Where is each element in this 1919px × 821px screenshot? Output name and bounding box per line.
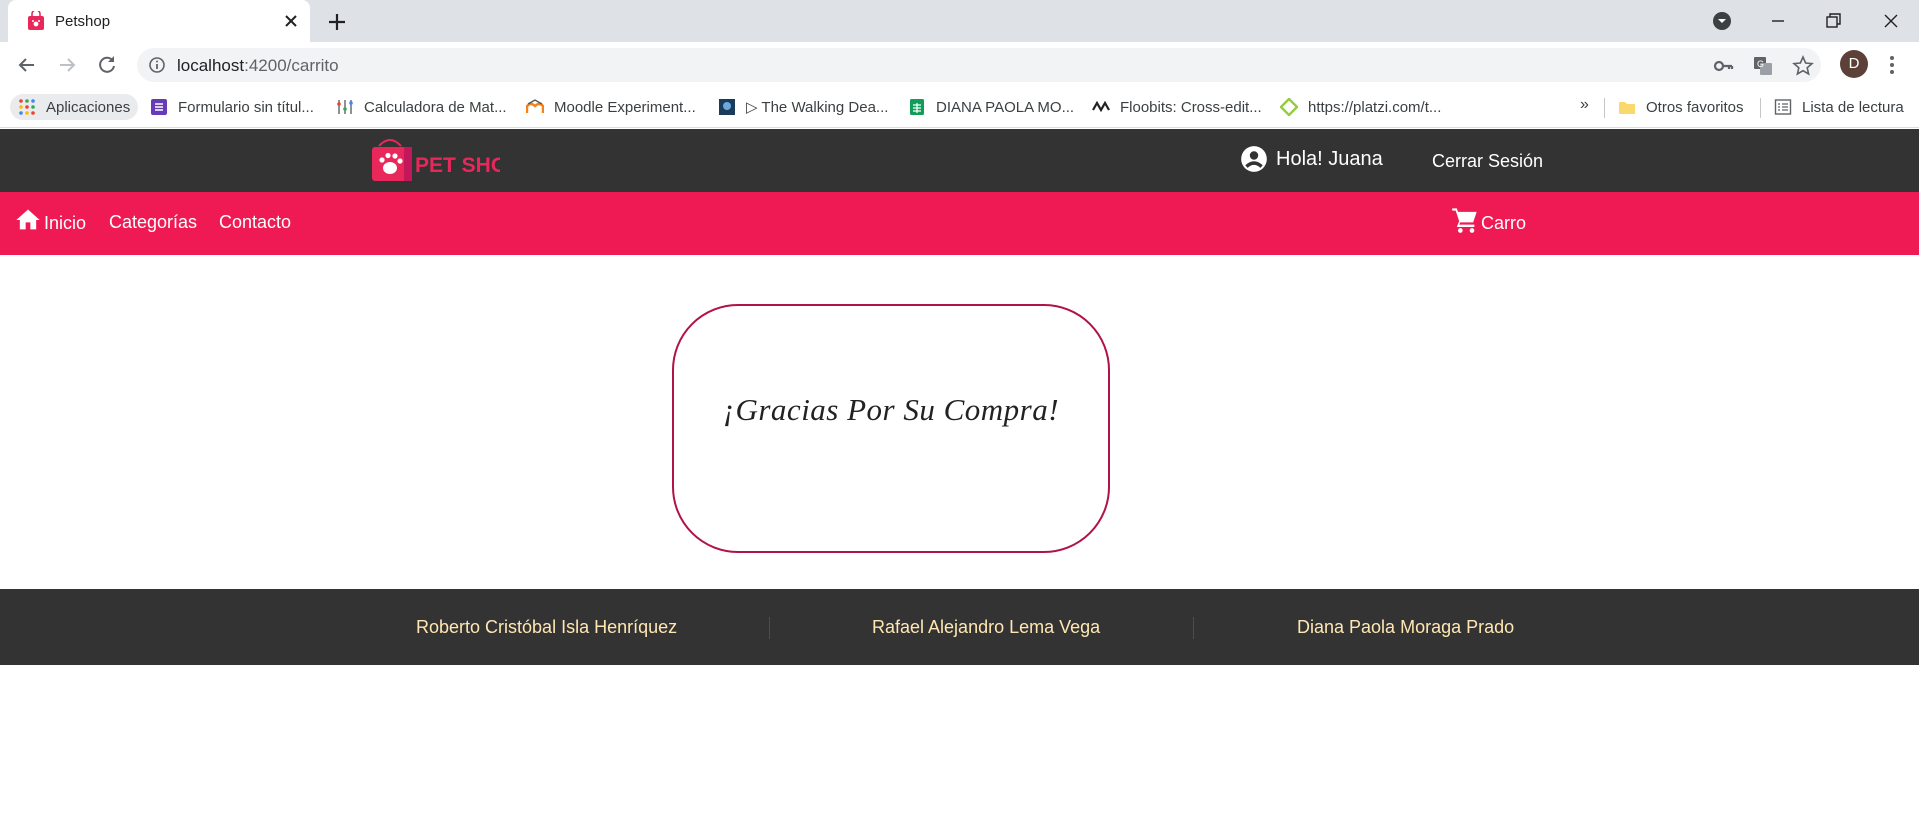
calculator-icon	[337, 100, 353, 114]
svg-text:G: G	[1757, 59, 1764, 69]
bookmark-label: https://platzi.com/t...	[1308, 98, 1442, 116]
logout-link[interactable]: Cerrar Sesión	[1432, 151, 1543, 172]
translate-icon[interactable]: G	[1752, 55, 1774, 77]
bookmark-formulario[interactable]: Formulario sin títul...	[150, 94, 314, 120]
bookmark-label: DIANA PAOLA MO...	[936, 98, 1075, 116]
password-key-icon[interactable]	[1712, 55, 1734, 77]
site-nav: Inicio Categorías Contacto Carro	[0, 192, 1919, 255]
bookmarks-overflow-button[interactable]: »	[1580, 96, 1589, 114]
reading-list-icon	[1774, 99, 1792, 115]
bookmark-moodle[interactable]: Moodle Experiment...	[526, 94, 696, 120]
browser-menu-icon[interactable]	[1880, 52, 1904, 78]
bookmarks-bar: Aplicaciones Formulario sin títul... Cal…	[0, 88, 1919, 128]
bookmark-label: Floobits: Cross-edit...	[1120, 98, 1262, 116]
nav-home-label: Inicio	[44, 213, 87, 233]
site-info-icon[interactable]	[148, 56, 166, 74]
floobits-icon	[1092, 100, 1110, 113]
forward-arrow-icon[interactable]	[54, 52, 80, 78]
shopping-cart-icon	[1452, 208, 1477, 233]
tab-search-icon[interactable]	[1707, 6, 1737, 36]
nav-cart[interactable]: Carro	[1451, 206, 1526, 234]
nav-categories[interactable]: Categorías	[109, 212, 197, 233]
browser-toolbar: localhost:4200/carrito G D	[0, 42, 1919, 88]
url-path: :4200/carrito	[244, 56, 339, 75]
bookmark-floobits[interactable]: Floobits: Cross-edit...	[1092, 94, 1262, 120]
thanks-message: ¡Gracias Por Su Compra!	[722, 392, 1060, 427]
bookmark-label: ▷ The Walking Dea...	[746, 99, 889, 116]
petshop-logo[interactable]: PET SHOP	[370, 136, 500, 184]
user-greeting[interactable]: Hola! Juana	[1240, 145, 1383, 173]
footer-author: Diana Paola Moraga Prado	[1297, 617, 1515, 637]
bookmark-platzi[interactable]: https://platzi.com/t...	[1280, 94, 1441, 120]
nav-home[interactable]: Inicio	[14, 206, 86, 234]
main-content: ¡Gracias Por Su Compra!	[0, 255, 1919, 589]
footer-author: Roberto Cristóbal Isla Henríquez	[416, 617, 678, 637]
bookmark-calculadora[interactable]: Calculadora de Mat...	[336, 94, 507, 120]
bookmark-walking-dead[interactable]: ▷ The Walking Dea...	[718, 94, 888, 120]
forms-icon	[151, 99, 167, 115]
profile-avatar[interactable]: D	[1840, 50, 1868, 78]
minimize-window-icon[interactable]	[1763, 6, 1793, 36]
url-host: localhost	[177, 56, 245, 75]
new-tab-icon[interactable]	[325, 10, 349, 34]
footer-separator	[769, 617, 770, 639]
footer-author: Rafael Alejandro Lema Vega	[872, 617, 1101, 637]
bookmarks-separator	[1760, 98, 1761, 118]
sheets-icon	[910, 99, 924, 115]
video-thumbnail-icon	[719, 99, 735, 115]
account-circle-icon	[1241, 146, 1267, 172]
footer-separator	[1193, 617, 1194, 639]
bookmark-label: Otros favoritos	[1646, 98, 1744, 116]
site-header: PET SHOP Hola! Juana Cerrar Sesión	[0, 129, 1919, 192]
logo-text: PET SHOP	[415, 154, 500, 177]
user-greeting-text: Hola! Juana	[1276, 147, 1383, 170]
bookmark-label: Lista de lectura	[1802, 98, 1904, 116]
bookmark-other-favorites[interactable]: Otros favoritos	[1618, 94, 1744, 120]
bookmark-apps[interactable]: Aplicaciones	[10, 94, 139, 120]
home-icon	[16, 209, 40, 230]
close-tab-icon[interactable]	[280, 10, 302, 32]
bookmarks-separator	[1604, 98, 1605, 118]
apps-grid-icon	[19, 99, 35, 115]
browser-tab-petshop[interactable]: Petshop	[8, 0, 310, 42]
bookmark-label: Formulario sin títul...	[178, 98, 314, 116]
bookmark-label: Calculadora de Mat...	[364, 98, 507, 116]
nav-contact[interactable]: Contacto	[219, 212, 291, 233]
url-text: localhost:4200/carrito	[177, 56, 339, 76]
moodle-icon	[526, 99, 544, 113]
bookmark-label: Moodle Experiment...	[554, 98, 696, 116]
petshop-favicon-icon	[28, 11, 44, 30]
reading-list-button[interactable]: Lista de lectura	[1774, 94, 1904, 120]
restore-window-icon[interactable]	[1818, 6, 1848, 36]
nav-cart-label: Carro	[1481, 213, 1527, 233]
close-window-icon[interactable]	[1876, 6, 1906, 36]
reload-icon[interactable]	[94, 52, 120, 78]
folder-icon	[1619, 102, 1635, 114]
bookmark-diana-sheet[interactable]: DIANA PAOLA MO...	[908, 94, 1074, 120]
bookmark-label: Aplicaciones	[46, 98, 131, 116]
address-bar[interactable]: localhost:4200/carrito G	[137, 48, 1821, 82]
bookmark-star-icon[interactable]	[1792, 55, 1814, 77]
site-footer: Roberto Cristóbal Isla Henríquez Rafael …	[0, 589, 1919, 665]
browser-tab-strip: Petshop	[0, 0, 1919, 42]
tab-title: Petshop	[55, 13, 111, 30]
back-arrow-icon[interactable]	[14, 52, 40, 78]
platzi-icon	[1280, 98, 1298, 116]
purchase-confirmation-card: ¡Gracias Por Su Compra!	[672, 304, 1110, 553]
